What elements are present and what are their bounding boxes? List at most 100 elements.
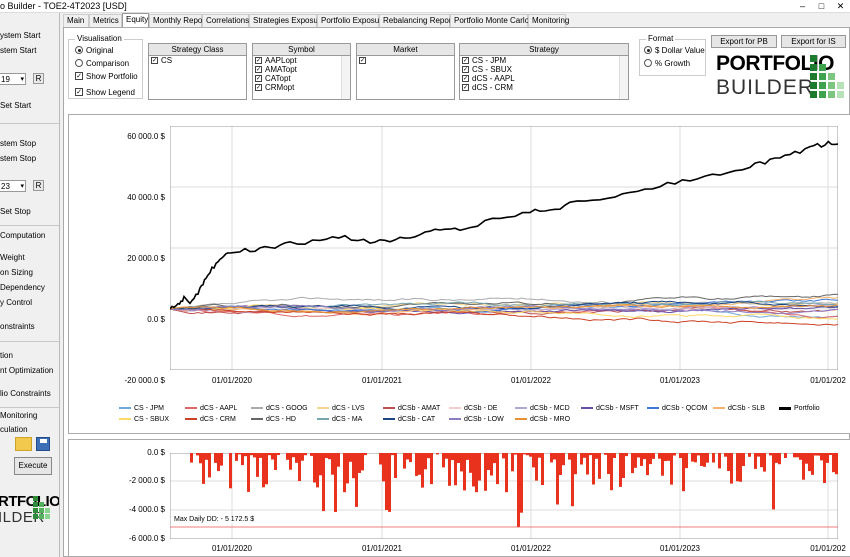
sidebar-item[interactable]: on Sizing [0, 268, 33, 277]
list-item[interactable]: ✓ CRMopt [253, 83, 350, 92]
sidebar-item[interactable]: nt Optimization [0, 366, 53, 375]
minimize-button[interactable]: – [796, 0, 809, 12]
strategy-class-list[interactable]: Strategy Class ✓ CS [148, 43, 247, 100]
show-portfolio-checkbox[interactable]: ✓ [75, 72, 83, 80]
legend-item[interactable]: dCSb - SLB [713, 405, 765, 412]
legend-item[interactable]: dCSb - QCOM [647, 405, 708, 412]
drawdown-bar [712, 453, 715, 463]
list-item[interactable]: ✓ dCS - CRM [460, 83, 628, 92]
start-reset-button[interactable]: R [33, 73, 44, 84]
sidebar-item[interactable]: Weight [0, 253, 25, 262]
legend-item[interactable]: dCS - AAPL [185, 405, 237, 412]
sidebar-item[interactable]: onstraints [0, 322, 35, 331]
tab-strategies-exposure[interactable]: Strategies Exposure [249, 14, 325, 27]
list-item-label: CS - SBUX [472, 65, 513, 74]
drawdown-bar [382, 453, 385, 482]
legend-item[interactable]: dCS - GOOG [251, 405, 308, 412]
list-item[interactable]: ✓ CS [149, 56, 246, 65]
legend-item[interactable]: CS - JPM [119, 405, 164, 412]
sidebar-item[interactable]: culation [0, 425, 28, 434]
list-item[interactable]: ✓ AMATopt [253, 65, 350, 74]
legend-item[interactable]: dCSb - LOW [449, 416, 504, 423]
sidebar-item[interactable]: Dependency [0, 283, 45, 292]
original-radio[interactable] [75, 46, 83, 54]
tab-main[interactable]: Main [63, 14, 89, 27]
drawdown-bar [649, 453, 652, 465]
sidebar-item[interactable]: Computation [0, 231, 45, 240]
list-item-checkbox[interactable]: ✓ [255, 84, 262, 91]
drawdown-bar [304, 453, 307, 456]
stop-reset-button[interactable]: R [33, 180, 44, 191]
y-tick-label: -20 000.0 $ [124, 376, 165, 385]
tab-portfolio-exposure[interactable]: Portfolio Exposure [317, 14, 386, 27]
legend-item[interactable]: dCSb - MCD [515, 405, 570, 412]
tab-monitoring[interactable]: Monitoring [528, 14, 569, 27]
list-item-checkbox[interactable]: ✓ [359, 57, 366, 64]
list-item-checkbox[interactable]: ✓ [255, 57, 262, 64]
strategy-list-scrollbar[interactable] [619, 56, 628, 99]
stop-date-combo[interactable]: 23 ▾ [0, 180, 26, 192]
list-item[interactable]: ✓ CATopt [253, 74, 350, 83]
sidebar-item[interactable]: Monitoring [0, 411, 37, 420]
legend-item[interactable]: dCSb - DE [449, 405, 497, 412]
symbol-list-scrollbar[interactable] [341, 56, 350, 99]
list-item-checkbox[interactable]: ✓ [462, 84, 469, 91]
tab-portfolio-monte-carlo[interactable]: Portfolio Monte Carlo [450, 14, 529, 27]
open-folder-icon[interactable] [15, 437, 32, 451]
legend-item[interactable]: dCSb - AMAT [383, 405, 440, 412]
legend-item[interactable]: CS - SBUX [119, 416, 169, 423]
save-icon[interactable] [36, 437, 50, 451]
strategy-list[interactable]: Strategy ✓ CS - JPM ✓ CS - SBUX ✓ dCS - AAPL ✓… [459, 43, 629, 100]
sidebar-item[interactable]: lio Constraints [0, 389, 51, 398]
sidebar-item[interactable]: stem Stop [0, 154, 36, 163]
legend-item[interactable]: dCS - HD [251, 416, 296, 423]
drawdown-bar [808, 453, 811, 472]
market-list[interactable]: Market ✓ [356, 43, 455, 100]
tab-monthly-report[interactable]: Monthly Report [149, 14, 207, 27]
tab-rebalancing-report[interactable]: Rebalancing Report [379, 14, 454, 27]
legend-label: dCSb - MRO [530, 416, 571, 423]
growth-radio[interactable] [644, 59, 652, 67]
export-is-button[interactable]: Export for IS [781, 35, 846, 48]
legend-item[interactable]: dCS - LVS [317, 405, 365, 412]
legend-item[interactable]: Portfolio [779, 405, 820, 412]
legend-item[interactable]: dCSb - MRO [515, 416, 570, 423]
dollar-value-radio[interactable] [644, 46, 652, 54]
list-item-checkbox[interactable]: ✓ [462, 57, 469, 64]
title-bar: o Builder - TOE2-4T2023 [USD] – □ ✕ [0, 0, 850, 13]
list-item-checkbox[interactable]: ✓ [462, 66, 469, 73]
sidebar-item[interactable]: Set Stop [0, 207, 31, 216]
legend-item[interactable]: dCS - MA [317, 416, 362, 423]
show-legend-checkbox[interactable]: ✓ [75, 88, 83, 96]
legend-item[interactable]: dCSb - CAT [383, 416, 435, 423]
tab-metrics[interactable]: Metrics [89, 14, 122, 27]
export-pb-button[interactable]: Export for PB [711, 35, 777, 48]
list-item-checkbox[interactable]: ✓ [255, 75, 262, 82]
sidebar-item[interactable]: ystem Start [0, 31, 40, 40]
sidebar-item[interactable]: y Control [0, 298, 32, 307]
execute-button[interactable]: Execute [14, 457, 52, 475]
list-item[interactable]: ✓ AAPLopt [253, 56, 350, 65]
symbol-list[interactable]: Symbol ✓ AAPLopt ✓ AMATopt ✓ CATopt ✓ CRMopt [252, 43, 351, 100]
list-item[interactable]: ✓ dCS - AAPL [460, 74, 628, 83]
list-item[interactable]: ✓ CS - SBUX [460, 65, 628, 74]
close-button[interactable]: ✕ [834, 0, 847, 12]
legend-swatch [713, 407, 725, 410]
maximize-button[interactable]: □ [815, 0, 828, 12]
list-item-checkbox[interactable]: ✓ [151, 57, 158, 64]
drawdown-bar [793, 453, 796, 458]
tab-equity[interactable]: Equity [122, 13, 149, 27]
sidebar-item[interactable]: Set Start [0, 101, 31, 110]
start-date-combo[interactable]: 19 ▾ [0, 73, 26, 85]
list-item-checkbox[interactable]: ✓ [255, 66, 262, 73]
sidebar-item[interactable]: tion [0, 351, 13, 360]
comparison-radio[interactable] [75, 59, 83, 67]
legend-item[interactable]: dCS - CRM [185, 416, 236, 423]
tab-correlations[interactable]: Correlations [202, 14, 249, 27]
legend-item[interactable]: dCSb - MSFT [581, 405, 639, 412]
sidebar-item[interactable]: stem Start [0, 46, 36, 55]
list-item[interactable]: ✓ CS - JPM [460, 56, 628, 65]
sidebar-item[interactable]: stem Stop [0, 139, 36, 148]
list-item-checkbox[interactable]: ✓ [462, 75, 469, 82]
list-item[interactable]: ✓ [357, 56, 454, 65]
